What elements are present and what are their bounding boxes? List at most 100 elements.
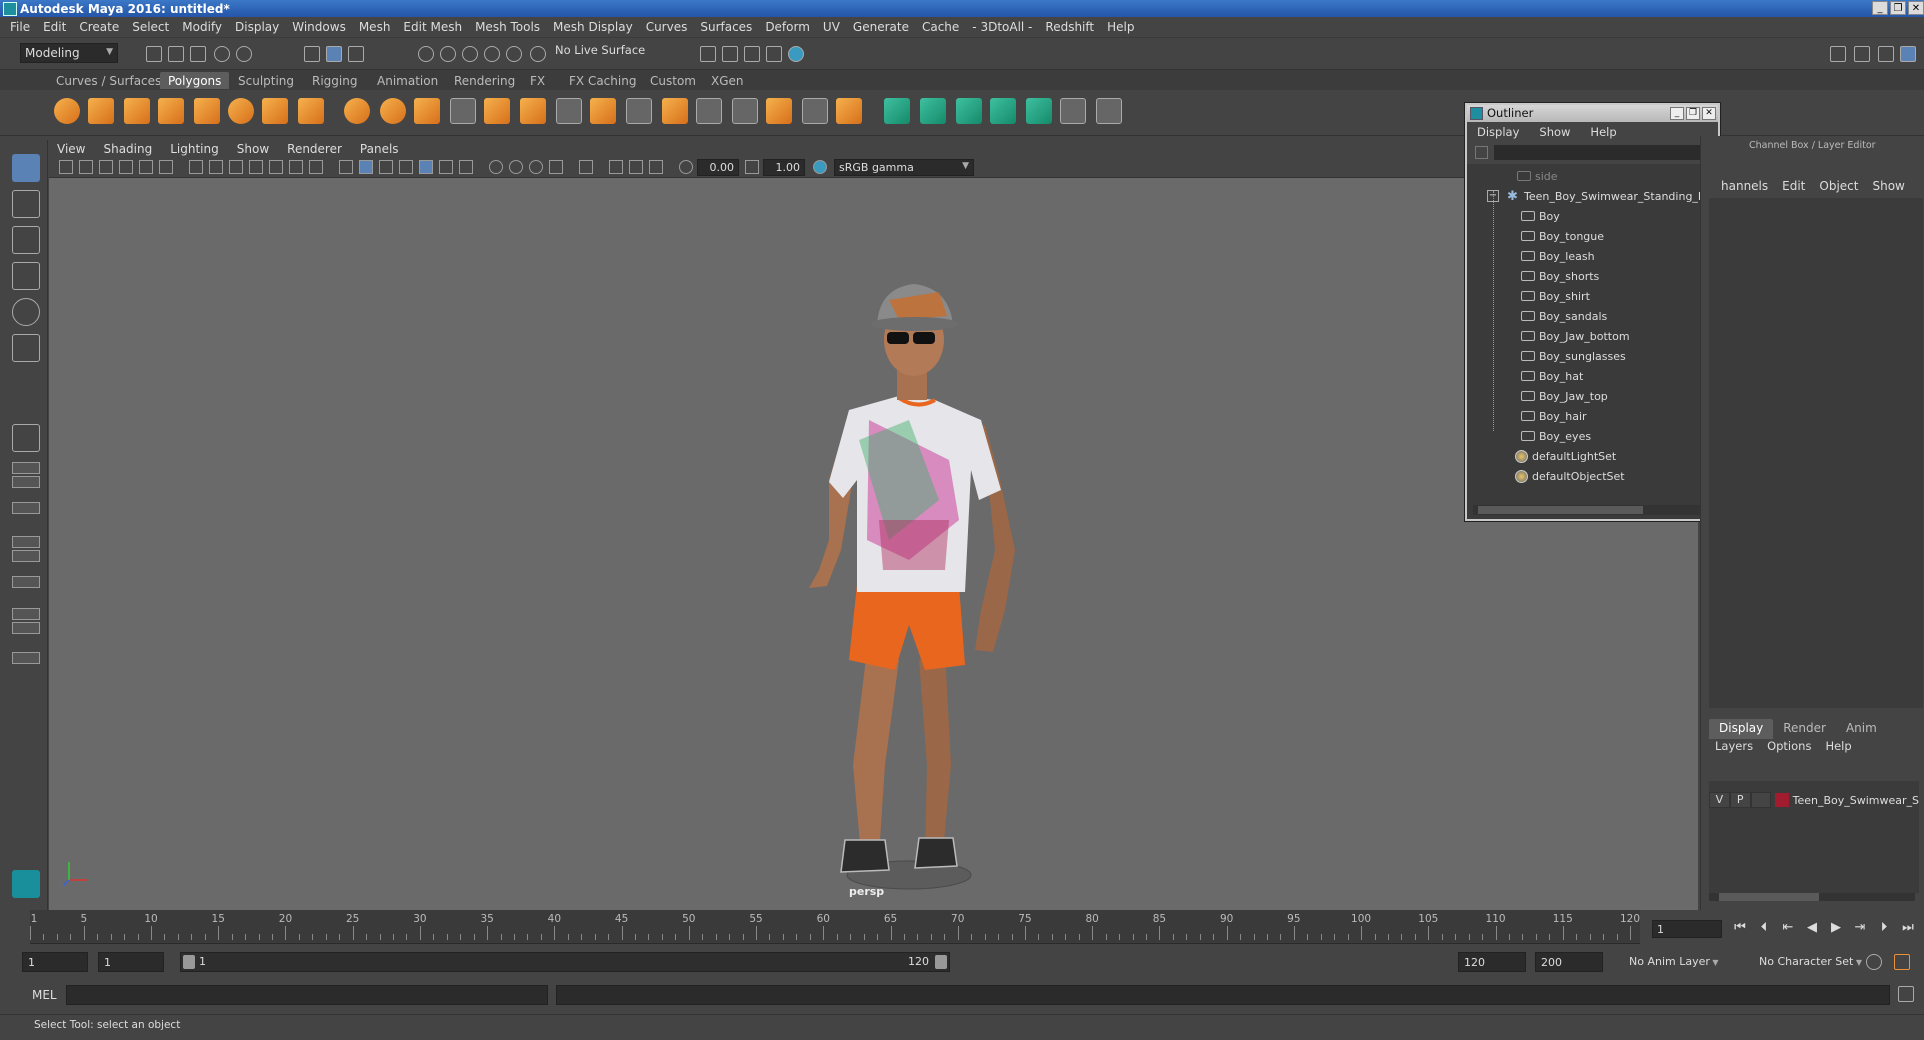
shelf-tab-polygons[interactable]: Polygons [160, 72, 230, 89]
outliner-item-boy[interactable]: Boy [1521, 206, 1560, 226]
viewport-menu-show[interactable]: Show [237, 142, 269, 156]
smooth-icon[interactable] [414, 98, 440, 124]
range-end-handle[interactable] [935, 955, 947, 969]
script-editor-icon[interactable] [1898, 986, 1914, 1002]
auto-key-icon[interactable] [1866, 954, 1882, 970]
layer-color-swatch[interactable] [1775, 793, 1789, 807]
layer-tab-display[interactable]: Display [1709, 719, 1774, 739]
step-back-icon[interactable]: ⏴ [1756, 920, 1772, 936]
gate-mask-icon[interactable] [249, 160, 263, 174]
grease-pencil-icon[interactable] [159, 160, 173, 174]
render-view-icon[interactable] [700, 46, 716, 62]
menu-redshift[interactable]: Redshift [1045, 20, 1094, 34]
outliner-item-default-object-set[interactable]: defaultObjectSet [1515, 466, 1625, 486]
camera-icon[interactable] [59, 160, 73, 174]
snap-surface-icon[interactable] [506, 46, 522, 62]
channel-box-menu-channels[interactable]: hannels [1721, 179, 1768, 193]
field-chart-icon[interactable] [269, 160, 283, 174]
playback-end-field[interactable]: 120 [1458, 952, 1526, 972]
outliner-maximize-button[interactable]: ❐ [1686, 107, 1700, 120]
menu-curves[interactable]: Curves [646, 20, 688, 34]
layer-horizontal-scrollbar[interactable] [1709, 893, 1915, 901]
step-forward-icon[interactable]: ⏵ [1876, 920, 1892, 936]
view-transform-select[interactable]: sRGB gamma [834, 159, 974, 176]
xray-icon[interactable] [399, 160, 413, 174]
safe-title-icon[interactable] [309, 160, 323, 174]
smooth-shade-icon[interactable] [359, 160, 373, 174]
outliner-item-boy-eyes[interactable]: Boy_eyes [1521, 426, 1591, 446]
shelf-tab-curves-surfaces[interactable]: Curves / Surfaces [48, 72, 169, 89]
shelf-tab-xgen[interactable]: XGen [703, 72, 752, 89]
select-hierarchy-icon[interactable] [304, 46, 320, 62]
viewport-menu-shading[interactable]: Shading [103, 142, 152, 156]
bookmark-icon[interactable] [99, 160, 113, 174]
viewport-menu-renderer[interactable]: Renderer [287, 142, 342, 156]
layer-display-type-toggle[interactable] [1750, 792, 1772, 808]
color-management-icon[interactable] [813, 160, 827, 174]
go-to-end-icon[interactable]: ⏭ [1900, 920, 1916, 936]
menu-edit-mesh[interactable]: Edit Mesh [403, 20, 462, 34]
gamma-icon[interactable] [745, 160, 759, 174]
outliner-item-default-light-set[interactable]: defaultLightSet [1515, 446, 1616, 466]
character-set-select[interactable]: No Character Set [1754, 952, 1874, 972]
outliner-item-boy-sunglasses[interactable]: Boy_sunglasses [1521, 346, 1626, 366]
center-pivot-icon[interactable] [802, 98, 828, 124]
go-to-start-icon[interactable]: ⏮ [1732, 920, 1748, 936]
filter-icon[interactable] [1475, 146, 1488, 159]
undo-icon[interactable] [214, 46, 230, 62]
snap-point-icon[interactable] [462, 46, 478, 62]
character-model[interactable] [749, 220, 1069, 890]
two-d-pan-icon[interactable] [139, 160, 153, 174]
render-settings-icon[interactable] [766, 46, 782, 62]
film-gate-icon[interactable] [209, 160, 223, 174]
shelf-tab-custom[interactable]: Custom [642, 72, 704, 89]
hypershade-layout-icon[interactable] [12, 536, 40, 548]
layer-tab-render[interactable]: Render [1773, 719, 1836, 739]
command-input[interactable] [66, 985, 548, 1005]
outliner-item-boy-hat[interactable]: Boy_hat [1521, 366, 1583, 386]
outliner-item-boy-sandals[interactable]: Boy_sandals [1521, 306, 1607, 326]
menu-display[interactable]: Display [235, 20, 279, 34]
snap-view-icon[interactable] [484, 46, 500, 62]
paint-select-icon[interactable] [12, 226, 40, 254]
shadows-icon[interactable] [459, 160, 473, 174]
add-to-set-icon[interactable] [920, 98, 946, 124]
select-tool-icon[interactable] [12, 154, 40, 182]
menu-modify[interactable]: Modify [182, 20, 222, 34]
exposure-field[interactable]: 0.00 [697, 159, 739, 176]
layer-row[interactable]: V P Teen_Boy_Swimwear_S [1709, 791, 1919, 809]
extrude-icon[interactable] [484, 98, 510, 124]
outliner-search-input[interactable] [1494, 145, 1714, 160]
tool-settings-icon[interactable] [1878, 46, 1894, 62]
channel-box-menu-edit[interactable]: Edit [1782, 179, 1805, 193]
bevel-icon[interactable] [520, 98, 546, 124]
exposure-icon[interactable] [679, 160, 693, 174]
gamma-field[interactable]: 1.00 [763, 159, 805, 176]
delete-history-icon[interactable] [990, 98, 1016, 124]
viewport-menu-panels[interactable]: Panels [360, 142, 399, 156]
layer-menu-layers[interactable]: Layers [1715, 739, 1753, 759]
isolate-select-icon[interactable] [579, 160, 593, 174]
step-forward-key-icon[interactable]: ⇥ [1852, 920, 1868, 936]
menu-edit[interactable]: Edit [43, 20, 66, 34]
select-component-icon[interactable] [348, 46, 364, 62]
poly-cube-icon[interactable] [88, 98, 114, 124]
outliner-item-boy-shirt[interactable]: Boy_shirt [1521, 286, 1590, 306]
shelf-tab-animation[interactable]: Animation [369, 72, 446, 89]
hypershade-icon[interactable] [788, 46, 804, 62]
outliner-item-boy-jaw-top[interactable]: Boy_Jaw_top [1521, 386, 1608, 406]
scale-tool-icon[interactable] [12, 334, 40, 362]
modeling-toolkit-icon[interactable] [1830, 46, 1846, 62]
poly-pipe-icon[interactable] [298, 98, 324, 124]
safe-action-icon[interactable] [289, 160, 303, 174]
render-frame-icon[interactable] [722, 46, 738, 62]
anim-layer-select[interactable]: No Anim Layer [1624, 952, 1744, 972]
menu-surfaces[interactable]: Surfaces [700, 20, 752, 34]
attribute-editor-icon[interactable] [1854, 46, 1870, 62]
poly-plane-icon[interactable] [194, 98, 220, 124]
playback-start-field[interactable]: 1 [98, 952, 164, 972]
poly-prism-icon[interactable] [262, 98, 288, 124]
perspective-viewport[interactable]: View Shading Lighting Show Renderer Pane… [49, 140, 1698, 910]
menu-create[interactable]: Create [79, 20, 119, 34]
outliner-item-boy-jaw-bottom[interactable]: Boy_Jaw_bottom [1521, 326, 1630, 346]
